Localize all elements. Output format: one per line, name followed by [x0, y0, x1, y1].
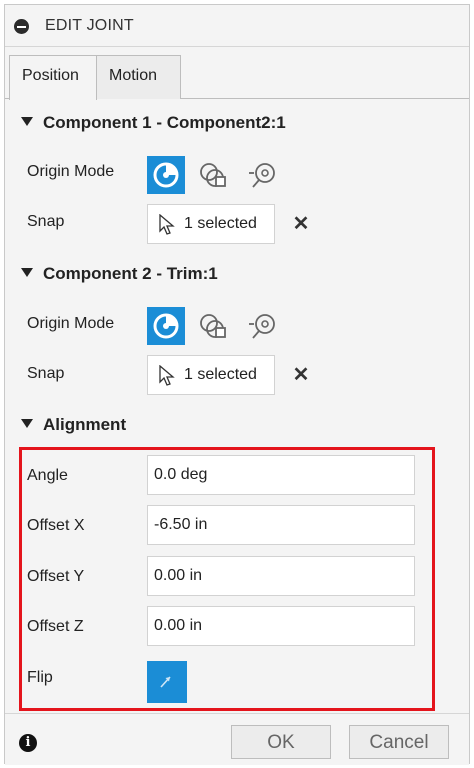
simple-origin-icon [153, 313, 179, 339]
angle-label: Angle [27, 467, 68, 484]
between-two-faces-button[interactable] [195, 156, 233, 194]
snap-selection-field[interactable]: 1 selected [147, 204, 275, 244]
flip-label: Flip [27, 669, 53, 686]
simple-origin-icon [153, 162, 179, 188]
two-edge-intersection-button[interactable] [243, 156, 281, 194]
cursor-pointer-icon [159, 365, 175, 386]
tab-motion[interactable]: Motion [97, 55, 181, 99]
snap-value: 1 selected [184, 215, 257, 232]
cursor-pointer-icon [159, 214, 175, 235]
component1-header-label: Component 1 - Component2:1 [43, 113, 286, 132]
flip-button[interactable] [147, 661, 187, 703]
simple-origin-button[interactable] [147, 156, 185, 194]
tab-bar: Position Motion [5, 47, 469, 100]
between-two-faces-button[interactable] [195, 307, 233, 345]
offset-y-label: Offset Y [27, 568, 85, 585]
origin-mode-label: Origin Mode [27, 315, 115, 332]
dialog-title: EDIT JOINT [45, 17, 134, 34]
ok-button[interactable]: OK [231, 725, 331, 759]
edit-joint-dialog: EDIT JOINT Position Motion Component 1 -… [4, 4, 470, 765]
offset-x-input[interactable] [147, 505, 415, 545]
collapse-icon[interactable] [14, 19, 29, 34]
clear-snap-icon[interactable]: ✕ [291, 365, 311, 385]
collapse-triangle-icon [21, 419, 33, 429]
two-edge-intersection-icon [249, 314, 275, 339]
dialog-footer: i OK Cancel [5, 713, 469, 765]
offset-y-input[interactable] [147, 556, 415, 596]
snap-label: Snap [27, 213, 65, 230]
origin-mode-label: Origin Mode [27, 163, 115, 180]
between-two-faces-icon [200, 314, 226, 338]
component1-section-header[interactable]: Component 1 - Component2:1 [21, 113, 286, 133]
offset-x-label: Offset X [27, 517, 85, 534]
cancel-button[interactable]: Cancel [349, 725, 449, 759]
dialog-titlebar: EDIT JOINT [5, 5, 469, 47]
component2-header-label: Component 2 - Trim:1 [43, 264, 218, 283]
simple-origin-button[interactable] [147, 307, 185, 345]
snap-label: Snap [27, 365, 65, 382]
collapse-triangle-icon [21, 268, 33, 278]
collapse-triangle-icon [21, 117, 33, 127]
clear-snap-icon[interactable]: ✕ [291, 214, 311, 234]
flip-arrow-icon [160, 676, 171, 688]
snap-value: 1 selected [184, 366, 257, 383]
two-edge-intersection-button[interactable] [243, 307, 281, 345]
two-edge-intersection-icon [249, 163, 275, 188]
tab-position[interactable]: Position [9, 55, 97, 100]
offset-z-input[interactable] [147, 606, 415, 646]
offset-z-label: Offset Z [27, 618, 84, 635]
between-two-faces-icon [200, 163, 226, 187]
snap-selection-field[interactable]: 1 selected [147, 355, 275, 395]
alignment-section-header[interactable]: Alignment [21, 415, 126, 435]
info-icon[interactable]: i [19, 734, 37, 752]
component2-section-header[interactable]: Component 2 - Trim:1 [21, 264, 218, 284]
alignment-header-label: Alignment [43, 415, 127, 434]
angle-input[interactable] [147, 455, 415, 495]
